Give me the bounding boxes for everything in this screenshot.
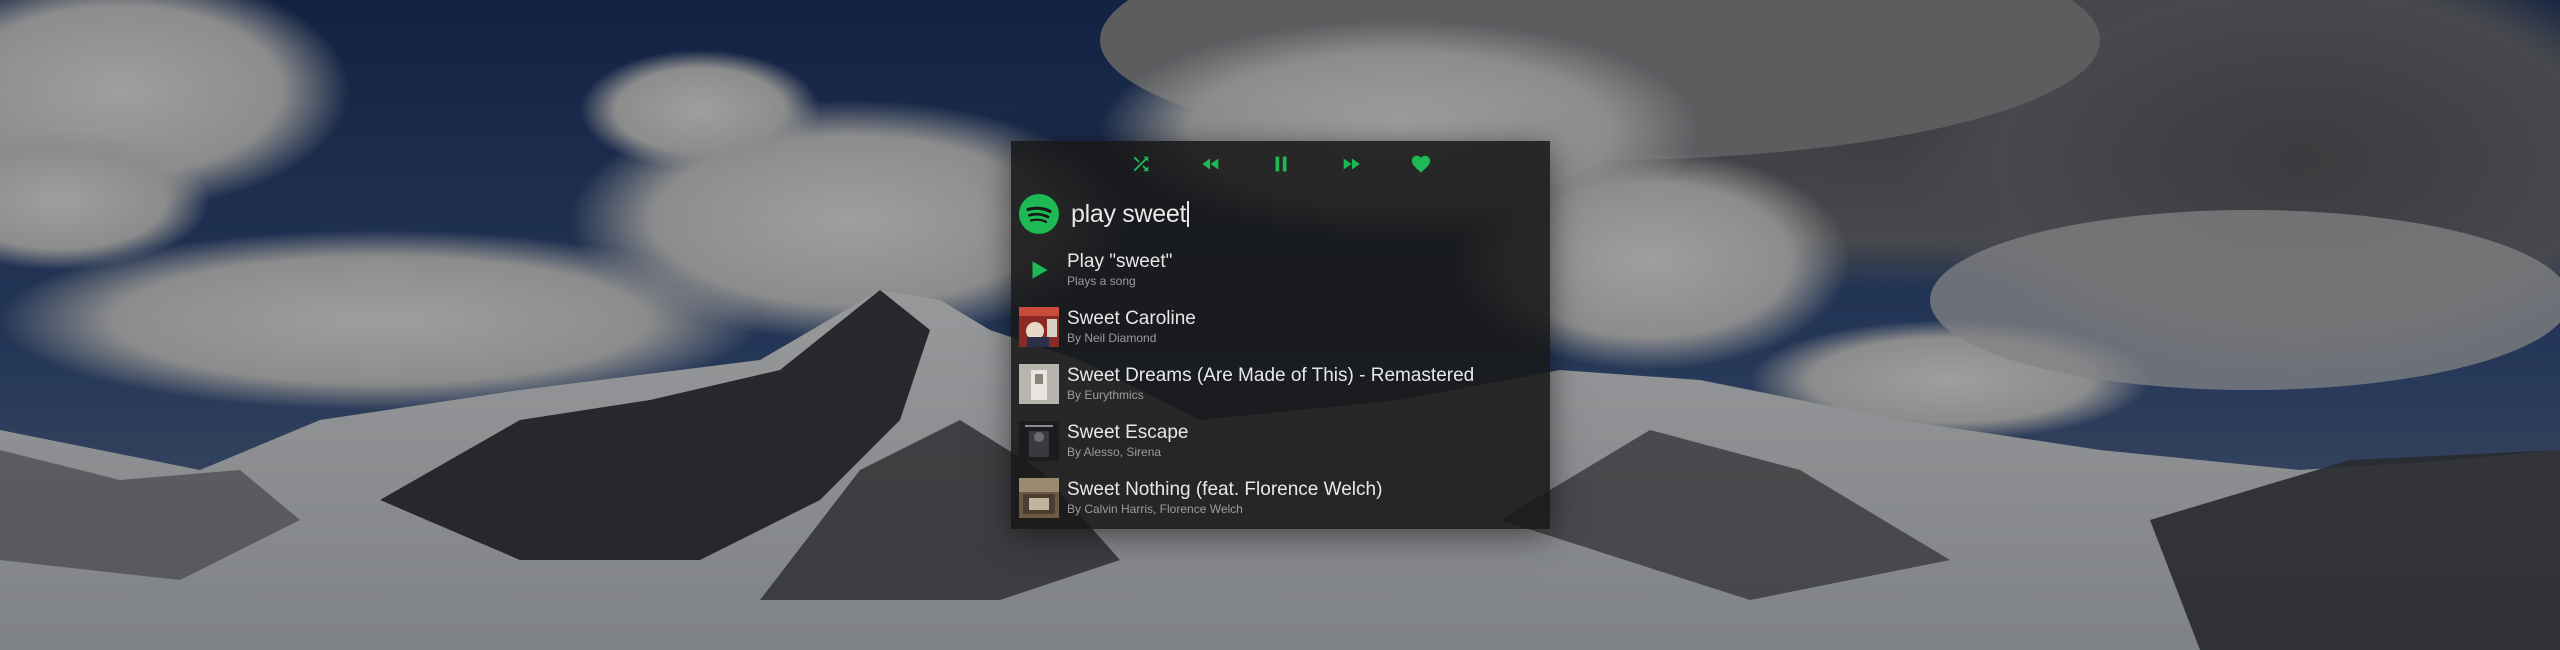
shuffle-button[interactable] — [1106, 141, 1176, 187]
result-title: Sweet Caroline — [1067, 308, 1196, 329]
result-sweet-nothing[interactable]: Sweet Nothing (feat. Florence Welch) By … — [1011, 469, 1550, 526]
pause-icon — [1275, 156, 1286, 172]
result-title: Play "sweet" — [1067, 251, 1173, 272]
next-icon — [1343, 158, 1360, 170]
like-button[interactable] — [1386, 141, 1456, 187]
search-input[interactable]: play sweet — [1071, 200, 1186, 229]
next-button[interactable] — [1316, 141, 1386, 187]
spotify-logo-icon — [1019, 194, 1059, 234]
album-art-image — [1019, 306, 1059, 347]
pause-button[interactable] — [1246, 141, 1316, 187]
result-subtitle: By Calvin Harris, Florence Welch — [1067, 502, 1243, 516]
result-sweet-escape[interactable]: Sweet Escape By Alesso, Sirena — [1011, 412, 1550, 469]
playback-controls — [1011, 141, 1550, 187]
result-thumb — [1019, 250, 1059, 290]
play-icon — [1032, 260, 1048, 279]
result-title: Sweet Dreams (Are Made of This) - Remast… — [1067, 365, 1475, 386]
shuffle-icon — [1133, 156, 1148, 172]
search-row: play sweet — [1019, 193, 1542, 235]
previous-button[interactable] — [1176, 141, 1246, 187]
result-subtitle: By Neil Diamond — [1067, 331, 1157, 345]
result-sweet-caroline[interactable]: Sweet Caroline By Neil Diamond — [1011, 298, 1550, 355]
result-sweet-dreams[interactable]: Sweet Dreams (Are Made of This) - Remast… — [1011, 355, 1550, 412]
result-title: Sweet Escape — [1067, 422, 1189, 443]
result-play-query[interactable]: Play "sweet" Plays a song — [1011, 241, 1550, 298]
result-title: Sweet Nothing (feat. Florence Welch) — [1067, 479, 1383, 500]
result-subtitle: By Alesso, Sirena — [1067, 445, 1162, 459]
heart-icon — [1411, 155, 1430, 173]
album-art-image — [1019, 363, 1059, 404]
result-subtitle: By Eurythmics — [1067, 388, 1144, 402]
spotify-launcher-panel: play sweet Play "sweet" Plays a song Swe… — [1011, 141, 1550, 529]
previous-icon — [1201, 158, 1218, 170]
results-list: Play "sweet" Plays a song Sweet Caroline… — [1011, 241, 1550, 526]
result-subtitle: Plays a song — [1067, 274, 1136, 288]
album-art-image — [1019, 420, 1059, 461]
album-art-image — [1019, 477, 1059, 518]
text-caret — [1187, 201, 1189, 227]
